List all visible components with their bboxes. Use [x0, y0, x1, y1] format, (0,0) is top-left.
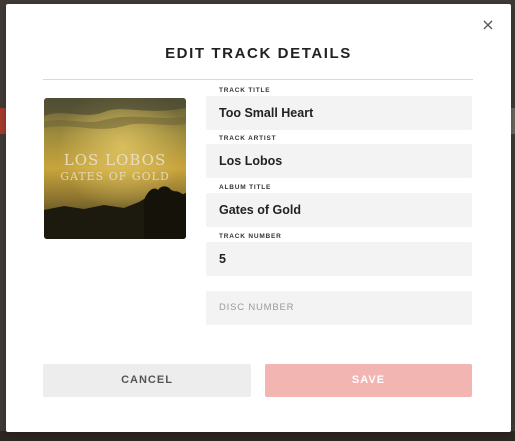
album-art-image: LOS LOBOS GATES OF GOLD	[44, 98, 186, 239]
track-title-field[interactable]: Too Small Heart	[206, 96, 472, 130]
album-title-field[interactable]: Gates of Gold	[206, 193, 472, 227]
track-title-value: Too Small Heart	[219, 106, 314, 120]
save-button[interactable]: SAVE	[265, 364, 472, 397]
disc-number-placeholder: DISC NUMBER	[219, 302, 295, 313]
title-divider	[43, 79, 473, 80]
track-artist-field[interactable]: Los Lobos	[206, 144, 472, 178]
close-icon[interactable]: ×	[479, 16, 497, 34]
album-art-album-text: GATES OF GOLD	[60, 170, 170, 183]
album-title-label: ALBUM TITLE	[219, 184, 272, 191]
backdrop-bottom	[0, 431, 515, 441]
track-artist-label: TRACK ARTIST	[219, 135, 277, 142]
disc-number-field[interactable]: DISC NUMBER	[206, 291, 472, 325]
album-art-artist-text: LOS LOBOS	[64, 151, 166, 169]
track-number-value: 5	[219, 252, 226, 266]
track-number-label: TRACK NUMBER	[219, 233, 282, 240]
edit-track-dialog: × EDIT TRACK DETAILS LOS LOBOS GATES OF …	[6, 4, 511, 432]
track-number-field[interactable]: 5	[206, 242, 472, 276]
album-title-value: Gates of Gold	[219, 203, 301, 217]
cancel-button[interactable]: CANCEL	[43, 364, 251, 397]
album-art: LOS LOBOS GATES OF GOLD	[44, 98, 186, 239]
track-artist-value: Los Lobos	[219, 154, 283, 168]
track-title-label: TRACK TITLE	[219, 87, 271, 94]
dialog-title: EDIT TRACK DETAILS	[165, 45, 352, 62]
